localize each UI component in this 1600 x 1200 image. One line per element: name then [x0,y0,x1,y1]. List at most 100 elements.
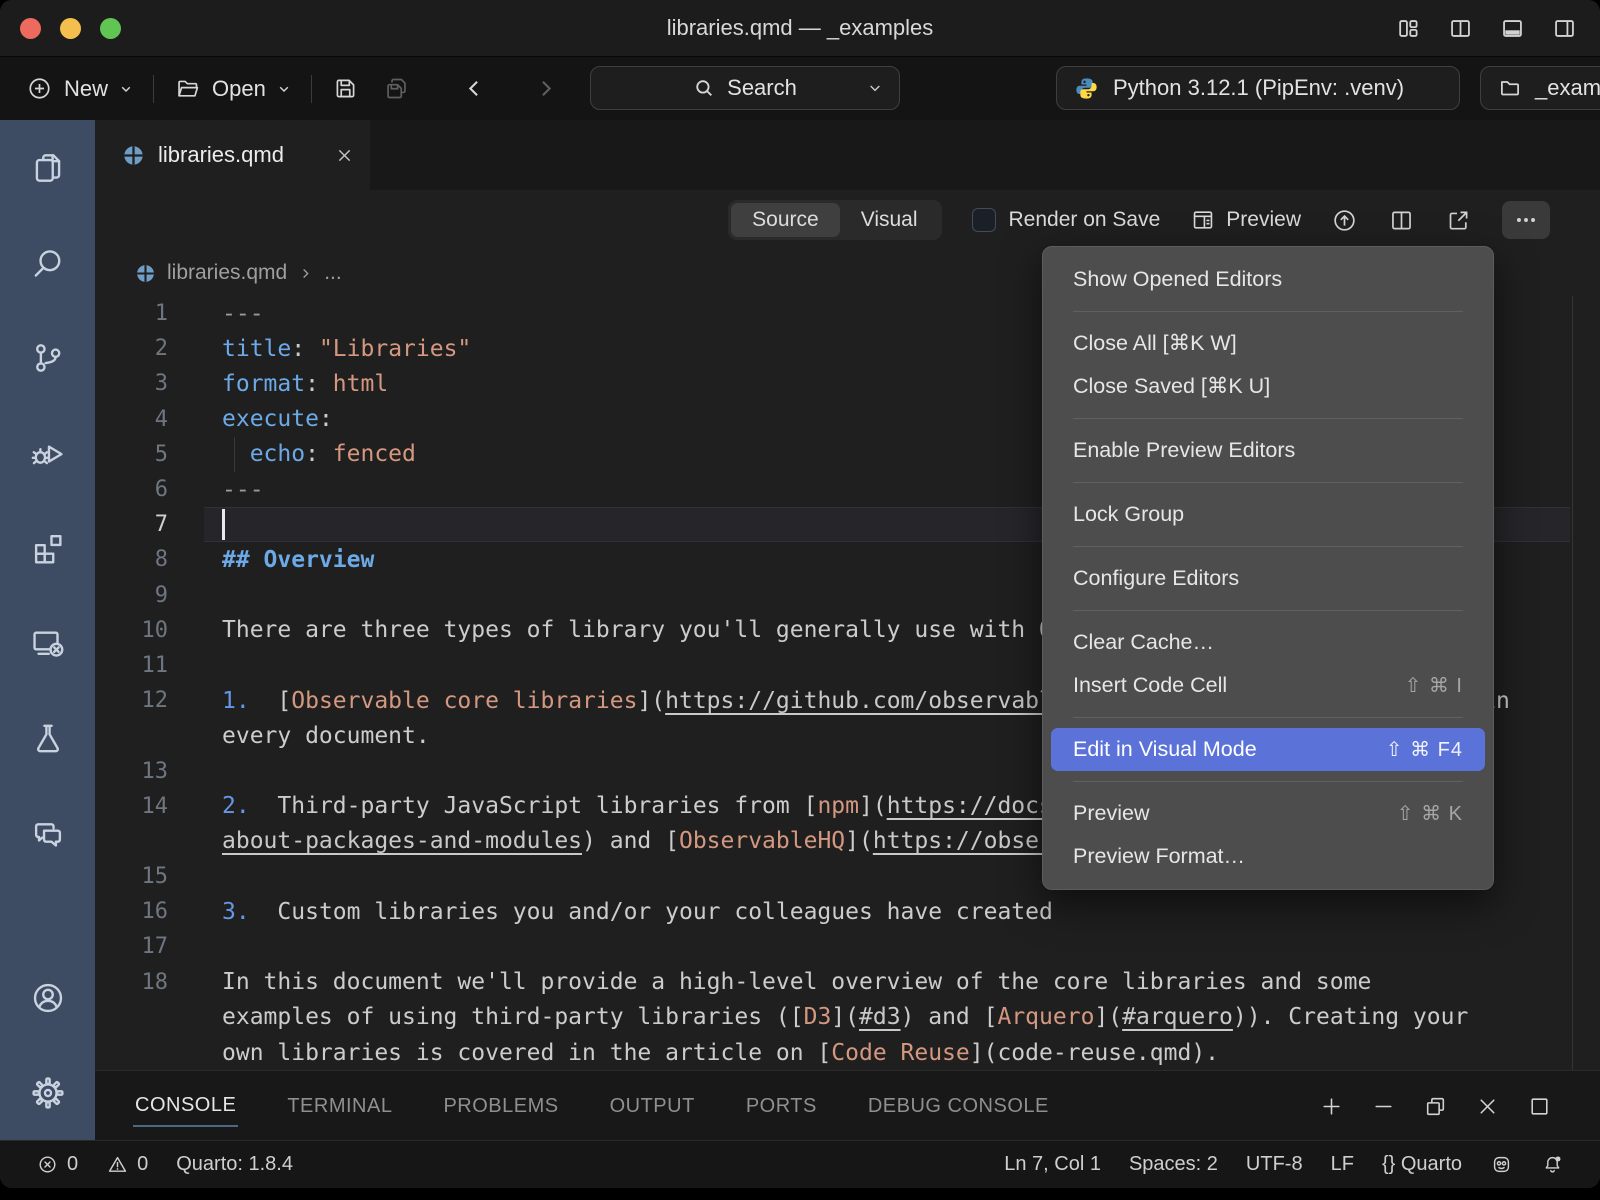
code-line[interactable]: 17 [95,929,1600,964]
status-item[interactable]: {} Quarto [1382,1153,1462,1176]
code-line[interactable]: examples of using third-party libraries … [95,1000,1600,1035]
panel-restore-icon[interactable] [1423,1094,1448,1119]
panel-dash-icon[interactable] [1371,1094,1396,1119]
menu-item-insert-code-cell[interactable]: Insert Code Cell⇧ ⌘ I [1051,664,1485,707]
new-label: New [64,76,108,102]
close-window-button[interactable] [20,18,41,39]
panel-maximize-icon[interactable] [1527,1094,1552,1119]
save-icon[interactable] [332,75,359,102]
menu-shortcut: ⇧ ⌘ K [1397,801,1463,826]
panel-tab-terminal[interactable]: TERMINAL [285,1087,394,1126]
code-line[interactable]: own libraries is covered in the article … [95,1035,1600,1070]
menu-item-preview-format[interactable]: Preview Format… [1051,835,1485,878]
toolbar-separator [153,75,154,103]
search-placeholder: Search [727,75,797,101]
search-box[interactable]: Search [590,66,900,110]
menu-item-edit-in-visual-mode[interactable]: Edit in Visual Mode⇧ ⌘ F4 [1051,728,1485,771]
interpreter-selector[interactable]: Python 3.12.1 (PipEnv: .venv) [1056,66,1460,110]
toggle-secondary-sidebar-icon[interactable] [1551,15,1578,42]
toggle-panel-icon[interactable] [1499,15,1526,42]
save-all-icon[interactable] [383,75,410,102]
activity-settings-icon[interactable] [0,1045,95,1140]
menu-separator [1073,546,1463,547]
more-actions-button[interactable] [1502,201,1550,239]
menu-item-preview[interactable]: Preview⇧ ⌘ K [1051,792,1485,835]
bottom-panel: CONSOLE TERMINAL PROBLEMS OUTPUT PORTS DEBUG … [95,1070,1600,1140]
panel-tab-console[interactable]: CONSOLE [133,1086,238,1127]
line-number: 1 [95,301,168,326]
warning-icon [106,1153,129,1176]
line-number: 5 [95,442,168,467]
menu-item-clear-cache[interactable]: Clear Cache… [1051,621,1485,664]
editor-scrollbar[interactable] [1572,296,1573,1070]
status-item[interactable] [1490,1153,1513,1176]
chevron-down-icon[interactable] [867,80,883,96]
activity-source-control-icon[interactable] [0,310,95,405]
navigate-back-icon[interactable] [462,76,487,101]
visual-mode-button[interactable]: Visual [840,203,939,237]
open-button[interactable]: Open [174,75,291,102]
source-mode-button[interactable]: Source [731,203,840,237]
minimize-window-button[interactable] [60,18,81,39]
activity-account-icon[interactable] [0,950,95,1045]
workspace-selector[interactable]: _examples [1480,66,1600,110]
line-number: 10 [95,618,168,643]
render-on-save-checkbox[interactable] [972,208,996,232]
status-item[interactable]: LF [1331,1153,1354,1176]
panel-tab-output[interactable]: OUTPUT [608,1087,697,1126]
activity-files-icon[interactable] [0,120,95,215]
code-line[interactable]: 163. Custom libraries you and/or your co… [95,894,1600,929]
menu-item-configure-editors[interactable]: Configure Editors [1051,557,1485,600]
close-tab-icon[interactable] [335,146,354,165]
open-in-new-window-icon[interactable] [1445,207,1472,234]
status-item[interactable]: 0 [106,1153,148,1176]
chevron-down-icon [119,82,133,96]
status-item[interactable]: Quarto: 1.8.4 [176,1153,293,1176]
publish-icon[interactable] [1331,207,1358,234]
editor-actions-context-menu: Show Opened Editors Close All [⌘K W]Close… [1042,246,1494,890]
menu-item-enable-preview-editors[interactable]: Enable Preview Editors [1051,429,1485,472]
menu-item-lock-group[interactable]: Lock Group [1051,493,1485,536]
menu-item-show-opened-editors[interactable]: Show Opened Editors [1051,258,1485,301]
customize-layout-icon[interactable] [1395,15,1422,42]
panel-tab-ports[interactable]: PORTS [744,1087,819,1126]
breadcrumb-more[interactable]: ... [324,261,342,285]
python-logo-icon [1072,74,1101,103]
preview-button[interactable]: Preview [1190,207,1301,233]
status-item[interactable]: Ln 7, Col 1 [1004,1153,1101,1176]
split-editor-icon[interactable] [1388,207,1415,234]
status-item[interactable]: UTF-8 [1246,1153,1303,1176]
activity-search-icon[interactable] [0,215,95,310]
toolbar-separator [311,75,312,103]
activity-testing-icon[interactable] [0,690,95,785]
activity-debug-icon[interactable] [0,405,95,500]
plus-circle-icon [26,75,53,102]
activity-comments-icon[interactable] [0,785,95,880]
panel-tab-problems[interactable]: PROBLEMS [441,1087,560,1126]
split-editor-layout-icon[interactable] [1447,15,1474,42]
titlebar: libraries.qmd — _examples [0,0,1600,57]
panel-close-icon[interactable] [1475,1094,1500,1119]
navigate-forward-icon[interactable] [533,76,558,101]
code-line[interactable]: 18In this document we'll provide a high-… [95,965,1600,1000]
panel-plus-icon[interactable] [1319,1094,1344,1119]
line-number: 4 [95,407,168,432]
tab-strip: libraries.qmd [95,120,1600,190]
tab-libraries-qmd[interactable]: libraries.qmd [95,120,370,190]
line-number: 2 [95,336,168,361]
line-number: 9 [95,583,168,608]
new-file-button[interactable]: New [26,75,133,102]
status-item[interactable] [1541,1153,1564,1176]
status-item[interactable]: Spaces: 2 [1129,1153,1218,1176]
panel-tab-debug-console[interactable]: DEBUG CONSOLE [866,1087,1051,1126]
activity-extensions-icon[interactable] [0,500,95,595]
status-item[interactable]: 0 [36,1153,78,1176]
breadcrumb-file[interactable]: libraries.qmd [167,261,287,285]
menu-separator [1073,781,1463,782]
zoom-window-button[interactable] [100,18,121,39]
menu-item-close-saved-k-u[interactable]: Close Saved [⌘K U] [1051,365,1485,408]
traffic-lights [20,0,121,56]
menu-item-close-all-k-w[interactable]: Close All [⌘K W] [1051,322,1485,365]
activity-sessions-icon[interactable] [0,595,95,690]
menu-separator [1073,311,1463,312]
